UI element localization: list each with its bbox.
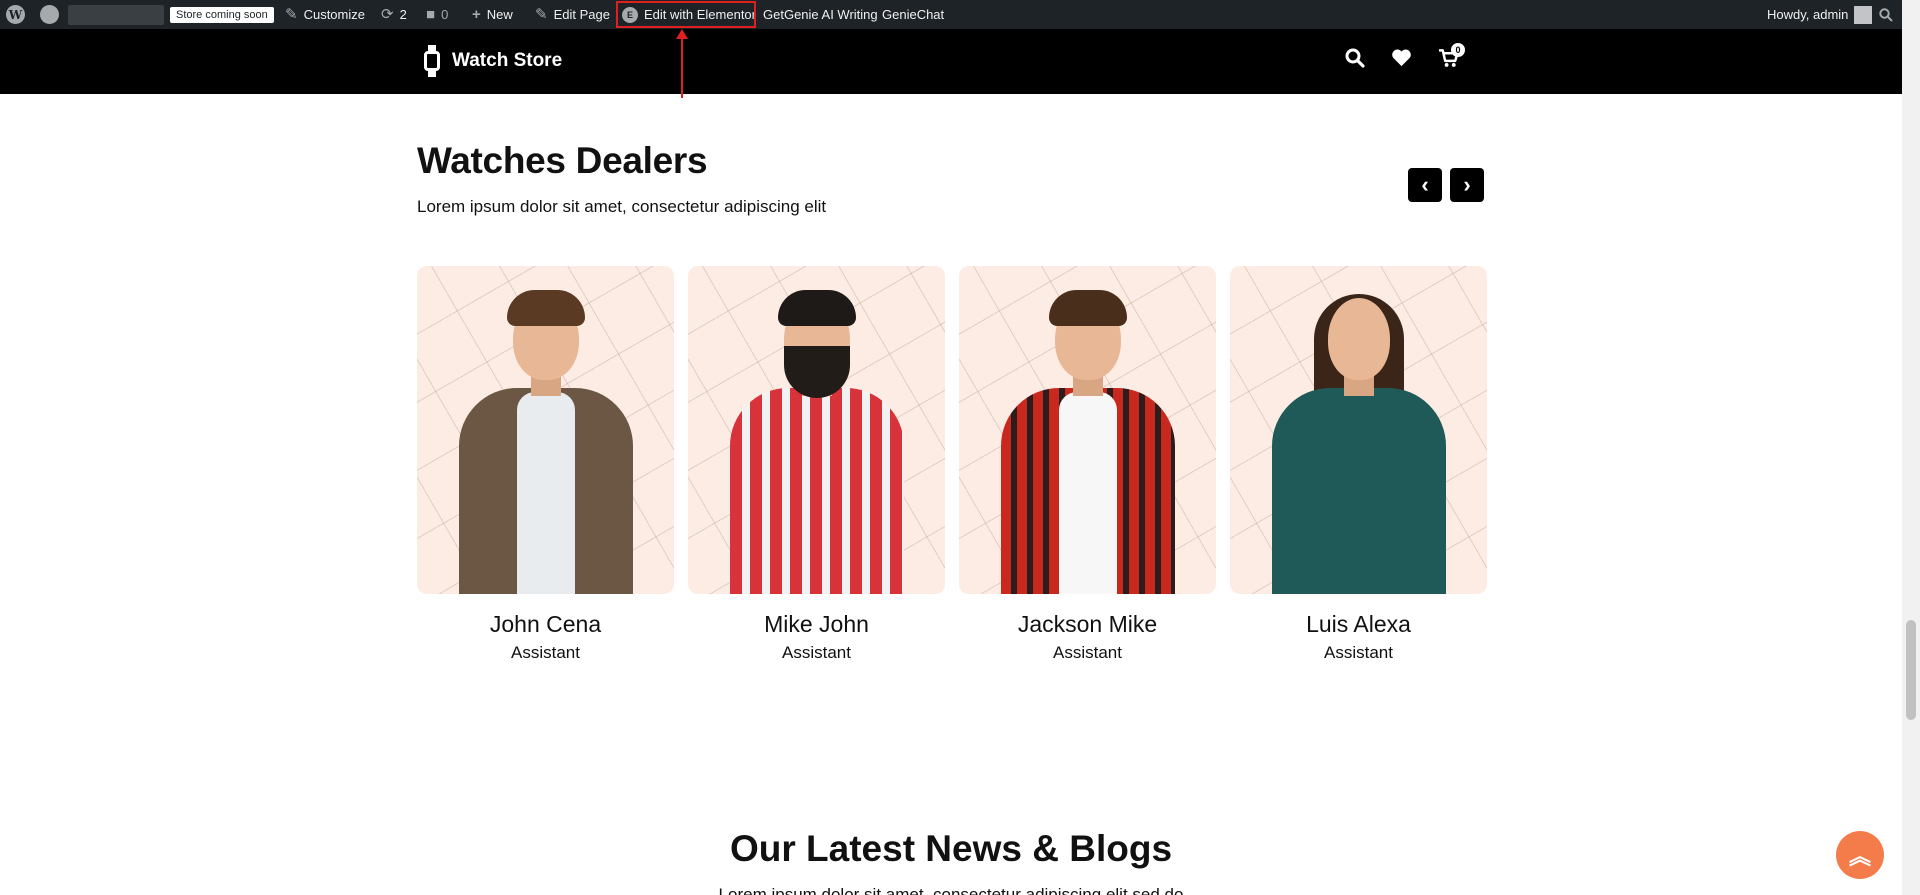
new-label: New [486, 7, 513, 22]
double-chevron-up-icon: ︽ [1848, 844, 1871, 869]
site-logo-text: Watch Store [452, 50, 563, 71]
blogs-section-title: Our Latest News & Blogs [729, 828, 1173, 869]
wp-admin-bar: W Store coming soon ✎ Customize ⟳ 2 ■ 0 … [0, 0, 1902, 29]
new-content-link[interactable]: + New [472, 0, 513, 29]
person-illustration [722, 284, 912, 594]
cart-count-badge: 0 [1451, 43, 1465, 57]
comment-icon: ■ [426, 6, 436, 23]
avatar [1854, 5, 1873, 24]
dealers-section-subtitle: Lorem ipsum dolor sit amet, consectetur … [417, 197, 827, 216]
dealers-carousel: John Cena Assistant Mike John Assistant [417, 266, 1487, 663]
customize-link[interactable]: ✎ Customize [285, 0, 365, 29]
blogs-section-subtitle: Lorem ipsum dolor sit amet, consectetur … [718, 885, 1184, 895]
dealers-section-title: Watches Dealers [417, 140, 708, 181]
admin-search-button[interactable] [1879, 0, 1893, 29]
person-illustration [993, 284, 1183, 594]
geniechat-link[interactable]: GenieChat [882, 0, 944, 29]
comments-link[interactable]: ■ 0 [426, 0, 448, 29]
dashboard-icon [40, 5, 59, 24]
dealer-role: Assistant [782, 643, 851, 662]
chevron-left-icon: ‹ [1421, 172, 1429, 197]
highlight-box [616, 1, 756, 28]
dealer-photo [1230, 266, 1487, 594]
getgenie-link[interactable]: GetGenie AI Writing [763, 0, 878, 29]
comments-count: 0 [441, 7, 449, 22]
store-coming-soon-badge: Store coming soon [170, 6, 274, 23]
person-illustration [451, 284, 641, 594]
dealer-role: Assistant [511, 643, 580, 662]
pencil-icon: ✎ [535, 6, 548, 23]
page-scrollbar[interactable] [1902, 0, 1920, 895]
dealer-name: John Cena [489, 611, 602, 637]
plus-icon: + [472, 6, 481, 23]
updates-link[interactable]: ⟳ 2 [381, 0, 407, 29]
dealer-name: Luis Alexa [1306, 611, 1411, 637]
howdy-label: Howdy, admin [1767, 7, 1849, 22]
site-name-menu[interactable] [68, 0, 164, 29]
dealer-card[interactable]: Mike John Assistant [688, 266, 945, 663]
dealer-photo [688, 266, 945, 594]
annotation-arrow [681, 32, 683, 98]
dealer-name: Jackson Mike [1017, 611, 1158, 637]
store-coming-soon-item[interactable]: Store coming soon [170, 0, 274, 29]
dealer-photo [959, 266, 1216, 594]
customize-label: Customize [303, 7, 365, 22]
edit-page-link[interactable]: ✎ Edit Page [535, 0, 610, 29]
brush-icon: ✎ [285, 6, 298, 23]
dealer-card[interactable]: Jackson Mike Assistant [959, 266, 1216, 663]
edit-page-label: Edit Page [553, 7, 610, 22]
header-search-button[interactable] [1345, 48, 1365, 72]
chevron-right-icon: › [1463, 172, 1471, 197]
dealer-card[interactable]: John Cena Assistant [417, 266, 674, 663]
dealer-photo [417, 266, 674, 594]
site-name-redacted [68, 4, 164, 25]
updates-count: 2 [399, 7, 407, 22]
dealer-card[interactable]: Luis Alexa Assistant [1230, 266, 1487, 663]
person-illustration [1264, 284, 1454, 594]
scrollbar-thumb[interactable] [1906, 620, 1916, 720]
wp-logo-menu[interactable]: W [6, 0, 25, 29]
site-logo[interactable]: Watch Store [424, 45, 562, 77]
search-icon [1879, 7, 1893, 22]
dealer-name: Mike John [764, 611, 869, 637]
dealer-role: Assistant [1324, 643, 1393, 662]
geniechat-label: GenieChat [882, 7, 945, 22]
dealer-role: Assistant [1053, 643, 1122, 662]
dashboard-menu[interactable] [40, 0, 59, 29]
carousel-prev-button[interactable]: ‹ [1408, 168, 1442, 202]
scroll-to-top-button[interactable]: ︽ [1836, 831, 1884, 879]
heart-icon [1392, 49, 1411, 67]
wordpress-icon: W [6, 5, 25, 24]
getgenie-label: GetGenie AI Writing [763, 7, 878, 22]
site-header: Watch Store 0 [0, 29, 1902, 94]
wishlist-button[interactable] [1391, 48, 1412, 71]
refresh-icon: ⟳ [381, 6, 394, 23]
carousel-next-button[interactable]: › [1450, 168, 1484, 202]
search-icon [1345, 48, 1365, 68]
watch-icon [424, 45, 440, 77]
my-account-menu[interactable]: Howdy, admin [1767, 0, 1873, 29]
